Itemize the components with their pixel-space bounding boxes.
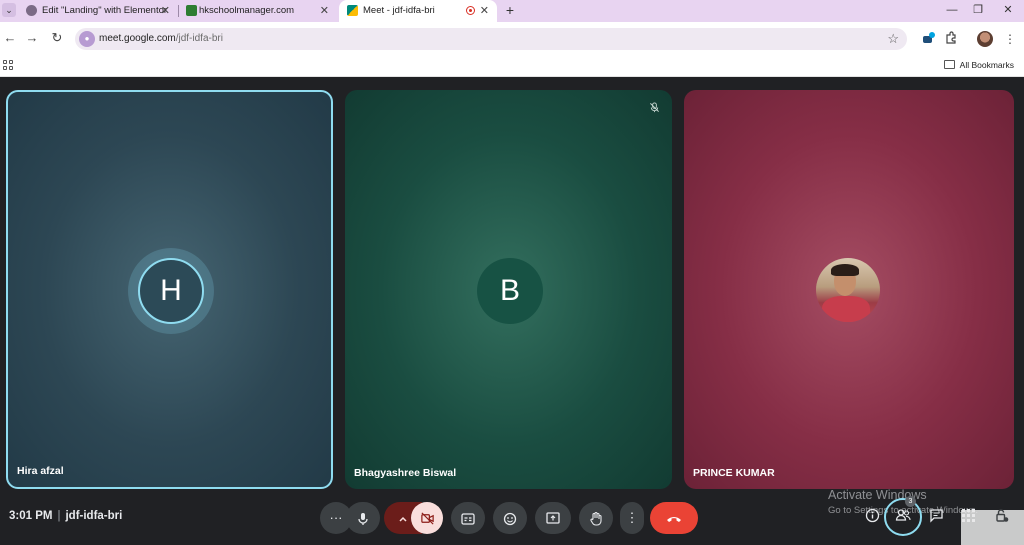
url-path: /jdf-idfa-bri (175, 33, 223, 44)
url-text[interactable]: meet.google.com/jdf-idfa-bri (99, 28, 223, 50)
people-count-badge: 3 (905, 496, 916, 507)
participant-name: Bhagyashree Biswal (354, 467, 457, 479)
maximize-button[interactable]: ❐ (964, 0, 992, 22)
back-button[interactable]: ← (2, 30, 18, 46)
leave-call-button[interactable] (650, 502, 698, 534)
tab-strip: ⌄ Edit "Landing" with Elementor ✕ hkscho… (0, 0, 1024, 22)
browser-menu-icon[interactable]: ⋮ (1002, 31, 1018, 47)
meet-favicon-icon (347, 5, 358, 16)
mic-muted-icon (648, 102, 660, 114)
participant-avatar: B (477, 258, 543, 324)
meeting-details-icon[interactable] (862, 508, 882, 528)
new-tab-button[interactable]: + (503, 0, 517, 22)
minimize-button[interactable]: — (938, 0, 966, 22)
close-window-button[interactable]: ✕ (994, 0, 1022, 22)
meet-stage: H Hira afzal B Bhagyashree Biswal PRINCE… (0, 78, 1024, 545)
participant-photo (816, 258, 880, 322)
profile-avatar[interactable] (977, 31, 993, 47)
apps-grid-icon[interactable] (3, 60, 13, 70)
forward-button[interactable]: → (24, 30, 40, 46)
host-controls-lock-icon[interactable] (991, 508, 1011, 528)
tab-title: Edit "Landing" with Elementor (42, 5, 168, 16)
present-screen-button[interactable] (535, 502, 571, 534)
participant-name: Hira afzal (17, 465, 64, 477)
browser-toolbar: ← → ↻ ● meet.google.com/jdf-idfa-bri ☆ ⋮ (0, 22, 1024, 55)
chat-icon[interactable] (926, 508, 946, 528)
elementor-favicon-icon (26, 5, 37, 16)
more-actions-button[interactable]: ⋮ (620, 502, 644, 534)
raise-hand-button[interactable] (579, 502, 613, 534)
tab-meet[interactable]: Meet - jdf-idfa-bri ✕ (339, 0, 497, 22)
extension-badge-icon[interactable] (921, 31, 937, 47)
reactions-button[interactable] (493, 502, 527, 534)
close-tab-icon[interactable]: ✕ (480, 0, 489, 22)
bookmark-star-icon[interactable]: ☆ (887, 28, 899, 50)
recording-indicator-icon (466, 6, 475, 15)
participant-name: PRINCE KUMAR (693, 467, 775, 479)
camera-off-button[interactable] (411, 502, 443, 534)
captions-button[interactable] (451, 502, 485, 534)
tab-search-icon[interactable]: ⌄ (2, 3, 16, 17)
meeting-time: 3:01 PM (9, 510, 53, 522)
participant-tile-bhagyashree[interactable]: B Bhagyashree Biswal (345, 90, 672, 489)
meeting-info: 3:01 PM | jdf-idfa-bri (9, 510, 123, 522)
tab-title: Meet - jdf-idfa-bri (363, 5, 435, 16)
tab-title: hkschoolmanager.com (199, 5, 295, 16)
tab-elementor[interactable]: Edit "Landing" with Elementor ✕ (18, 0, 178, 22)
all-bookmarks-label: All Bookmarks (959, 60, 1014, 70)
meeting-code[interactable]: jdf-idfa-bri (65, 510, 122, 522)
microphone-button[interactable] (346, 502, 380, 534)
reload-button[interactable]: ↻ (49, 30, 65, 46)
address-bar[interactable]: ● meet.google.com/jdf-idfa-bri ☆ (75, 28, 907, 50)
bookmarks-bar: All Bookmarks (0, 55, 1024, 77)
school-favicon-icon (186, 5, 197, 16)
tab-hkschoolmanager[interactable]: hkschoolmanager.com ✕ (179, 0, 337, 22)
all-bookmarks-button[interactable]: All Bookmarks (943, 55, 1014, 75)
folder-icon (943, 60, 955, 69)
people-icon[interactable] (893, 508, 913, 528)
participant-avatar: H (138, 258, 204, 324)
participant-tile-prince[interactable]: PRINCE KUMAR (684, 90, 1014, 489)
url-host: meet.google.com (99, 33, 176, 44)
participant-tile-hira[interactable]: H Hira afzal (6, 90, 333, 489)
extensions-puzzle-icon[interactable] (943, 31, 959, 47)
mic-permission-icon[interactable]: ● (79, 31, 95, 47)
close-tab-icon[interactable]: ✕ (320, 0, 329, 22)
close-tab-icon[interactable]: ✕ (161, 0, 170, 22)
